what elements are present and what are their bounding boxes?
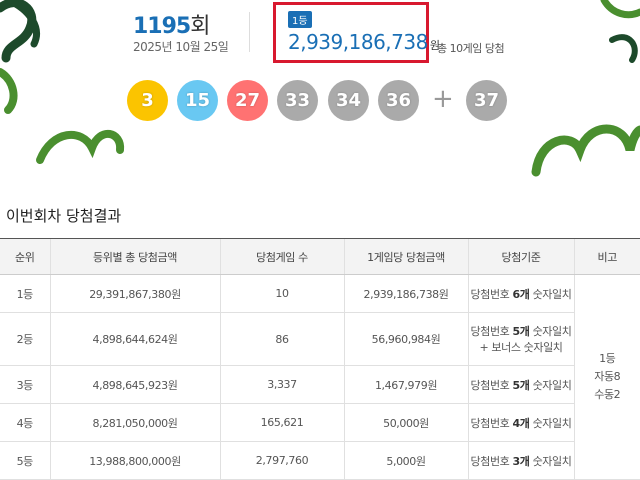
results-table: 순위 등위별 총 당첨금액 당첨게임 수 1게임당 당첨금액 당첨기준 비고 1… bbox=[0, 238, 640, 480]
first-prize-winner-count: 총 10게임 당첨 bbox=[437, 42, 505, 55]
plus-icon: + bbox=[432, 84, 454, 114]
first-prize-amount: 2,939,186,738 원 bbox=[288, 30, 440, 54]
cell-rank: 2등 bbox=[0, 312, 50, 366]
cell-criteria: 당첨번호 4개 숫자일치 bbox=[467, 403, 574, 442]
draw-date: 2025년 10월 25일 bbox=[133, 40, 229, 54]
cell-games: 10 bbox=[219, 274, 344, 313]
cell-games: 86 bbox=[219, 312, 344, 366]
cell-total: 4,898,644,624원 bbox=[49, 312, 220, 366]
cell-games: 165,621 bbox=[219, 403, 344, 442]
cell-total: 29,391,867,380원 bbox=[49, 274, 220, 313]
winning-ball-2: 15 bbox=[177, 80, 218, 121]
cell-per-game: 50,000원 bbox=[343, 403, 468, 442]
cell-total: 13,988,800,000원 bbox=[49, 441, 220, 480]
header-rank: 순위 bbox=[0, 238, 50, 275]
draw-summary: 1195회 2025년 10월 25일 1등 2,939,186,738 원 총 … bbox=[0, 0, 640, 180]
header-remark: 비고 bbox=[573, 238, 640, 275]
header-total: 등위별 총 당첨금액 bbox=[49, 238, 220, 275]
winning-ball-3: 27 bbox=[227, 80, 268, 121]
first-prize-badge: 1등 bbox=[288, 11, 312, 28]
cell-per-game: 5,000원 bbox=[343, 441, 468, 480]
cell-criteria: 당첨번호 6개 숫자일치 bbox=[467, 274, 574, 313]
cell-games: 2,797,760 bbox=[219, 441, 344, 480]
table-row: 1등 29,391,867,380원 10 2,939,186,738원 당첨번… bbox=[0, 274, 640, 480]
cell-games: 3,337 bbox=[219, 365, 344, 404]
cell-per-game: 1,467,979원 bbox=[343, 365, 468, 404]
cell-total: 8,281,050,000원 bbox=[49, 403, 220, 442]
cell-rank: 4등 bbox=[0, 403, 50, 442]
header-criteria: 당첨기준 bbox=[467, 238, 574, 275]
winning-ball-1: 3 bbox=[127, 80, 168, 121]
cell-total: 4,898,645,923원 bbox=[49, 365, 220, 404]
table-row: 2등 4,898,644,624원 86 56,960,984원 당첨번호 5개… bbox=[0, 312, 640, 366]
winning-ball-6: 36 bbox=[378, 80, 419, 121]
cell-criteria: 당첨번호 5개 숫자일치 bbox=[467, 365, 574, 404]
bonus-ball: 37 bbox=[466, 80, 507, 121]
results-table-header: 순위 등위별 총 당첨금액 당첨게임 수 1게임당 당첨금액 당첨기준 비고 bbox=[0, 238, 640, 275]
divider bbox=[249, 12, 250, 52]
cell-criteria: 당첨번호 5개 숫자일치 + 보너스 숫자일치 bbox=[467, 312, 574, 366]
round-number: 1195회 bbox=[133, 14, 210, 39]
cell-remark: 1등 자동8 수동2 bbox=[573, 274, 640, 480]
table-row: 4등 8,281,050,000원 165,621 50,000원 당첨번호 4… bbox=[0, 403, 640, 442]
winning-ball-4: 33 bbox=[277, 80, 318, 121]
cell-rank: 1등 bbox=[0, 274, 50, 313]
table-row: 5등 13,988,800,000원 2,797,760 5,000원 당첨번호… bbox=[0, 441, 640, 480]
table-row: 3등 4,898,645,923원 3,337 1,467,979원 당첨번호 … bbox=[0, 365, 640, 404]
cell-per-game: 2,939,186,738원 bbox=[343, 274, 468, 313]
header-per-game: 1게임당 당첨금액 bbox=[343, 238, 468, 275]
cell-rank: 5등 bbox=[0, 441, 50, 480]
cell-rank: 3등 bbox=[0, 365, 50, 404]
cell-criteria: 당첨번호 3개 숫자일치 bbox=[467, 441, 574, 480]
header-games: 당첨게임 수 bbox=[219, 238, 344, 275]
winning-ball-5: 34 bbox=[328, 80, 369, 121]
cell-per-game: 56,960,984원 bbox=[343, 312, 468, 366]
results-section-title: 이번회차 당첨결과 bbox=[6, 207, 122, 225]
